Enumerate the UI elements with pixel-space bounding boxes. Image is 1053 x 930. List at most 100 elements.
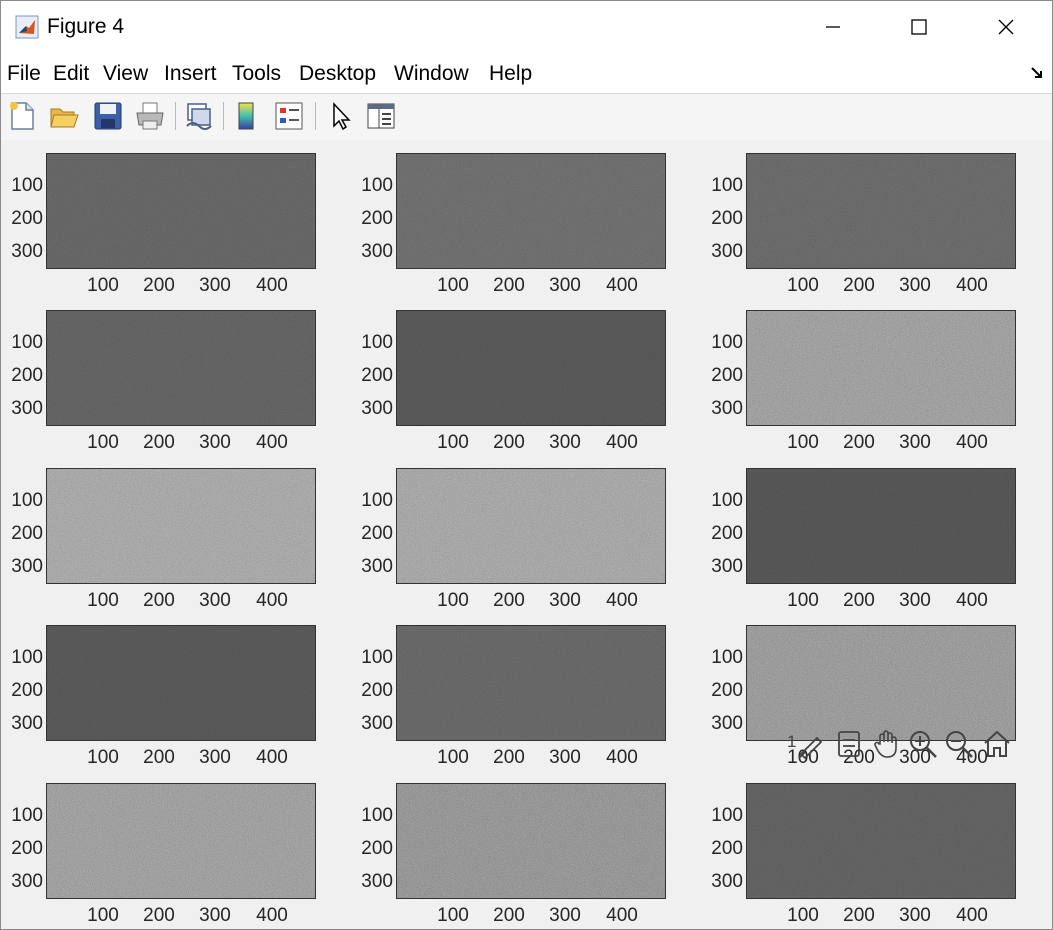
x-tick-label: 100: [437, 747, 469, 768]
y-tick-label: 300: [711, 398, 743, 419]
brush-icon[interactable]: [795, 728, 827, 760]
data-tips-icon[interactable]: [833, 728, 865, 760]
noise-image: [747, 154, 1015, 268]
x-tick-label: 300: [899, 275, 931, 296]
noise-image: [47, 626, 315, 740]
noise-image: [47, 469, 315, 583]
x-tick-label: 100: [787, 275, 819, 296]
x-tick-label: 400: [606, 905, 638, 926]
y-tick-label: 300: [711, 241, 743, 262]
subplot-axes[interactable]: [396, 468, 666, 584]
menu-edit[interactable]: Edit: [53, 62, 89, 86]
noise-fill: [47, 784, 315, 898]
noise-image: [747, 469, 1015, 583]
x-tick-label: 400: [606, 432, 638, 453]
menu-insert[interactable]: Insert: [164, 62, 217, 86]
new-figure-icon[interactable]: [6, 100, 38, 132]
y-tick-label: 300: [361, 871, 393, 892]
noise-fill: [47, 154, 315, 268]
x-tick-label: 200: [143, 747, 175, 768]
subplot-axes[interactable]: [746, 468, 1016, 584]
x-tick-label: 100: [437, 590, 469, 611]
y-tick-label: 200: [711, 680, 743, 701]
x-tick-label: 200: [143, 905, 175, 926]
x-tick-label: 100: [437, 432, 469, 453]
subplot-axes[interactable]: [396, 783, 666, 899]
subplot-axes[interactable]: [46, 153, 316, 269]
subplot-axes[interactable]: [46, 468, 316, 584]
property-inspector-icon[interactable]: [365, 100, 397, 132]
subplot-axes[interactable]: [746, 783, 1016, 899]
close-button[interactable]: [977, 1, 1035, 53]
subplot-axes[interactable]: [46, 310, 316, 426]
menu-window[interactable]: Window: [394, 62, 469, 86]
menu-view[interactable]: View: [103, 62, 148, 86]
y-tick-label: 200: [711, 838, 743, 859]
y-tick-label: 300: [11, 871, 43, 892]
menu-desktop[interactable]: Desktop: [299, 62, 376, 86]
x-tick-label: 300: [549, 905, 581, 926]
x-tick-label: 200: [493, 275, 525, 296]
noise-fill: [397, 469, 665, 583]
noise-image: [397, 311, 665, 425]
y-tick-label: 300: [711, 556, 743, 577]
minimize-button[interactable]: [803, 1, 861, 53]
link-plot-icon[interactable]: [183, 100, 215, 132]
y-tick-label: 100: [11, 490, 43, 511]
noise-fill: [47, 311, 315, 425]
noise-image: [397, 469, 665, 583]
legend-icon[interactable]: [273, 100, 305, 132]
subplot-axes[interactable]: [746, 625, 1016, 741]
y-tick-label: 100: [361, 490, 393, 511]
subplot-axes[interactable]: [396, 153, 666, 269]
y-tick-label: 200: [11, 365, 43, 386]
save-icon[interactable]: [92, 100, 124, 132]
x-tick-label: 100: [87, 275, 119, 296]
window-title: Figure 4: [47, 15, 125, 38]
y-tick-label: 200: [361, 838, 393, 859]
x-tick-label: 400: [606, 275, 638, 296]
subplot-axes[interactable]: [746, 310, 1016, 426]
title-bar: Figure 4: [1, 1, 1052, 53]
x-tick-label: 200: [143, 432, 175, 453]
subplot-axes[interactable]: [746, 153, 1016, 269]
x-tick-label: 400: [956, 275, 988, 296]
subplot-axes[interactable]: [396, 310, 666, 426]
noise-image: [47, 154, 315, 268]
dock-arrow-icon[interactable]: [1029, 65, 1045, 81]
maximize-button[interactable]: [890, 1, 948, 53]
y-tick-label: 100: [711, 490, 743, 511]
y-tick-label: 300: [361, 398, 393, 419]
x-tick-label: 300: [199, 905, 231, 926]
menu-help[interactable]: Help: [489, 62, 532, 86]
select-pointer-icon[interactable]: [325, 100, 357, 132]
open-file-icon[interactable]: [48, 100, 80, 132]
noise-fill: [747, 784, 1015, 898]
close-icon: [998, 19, 1014, 35]
toolbar-separator: [223, 102, 224, 130]
pan-hand-icon[interactable]: [871, 728, 903, 760]
y-tick-label: 200: [361, 523, 393, 544]
y-tick-label: 200: [711, 208, 743, 229]
y-tick-label: 100: [11, 647, 43, 668]
y-tick-label: 200: [711, 523, 743, 544]
y-tick-label: 100: [361, 332, 393, 353]
x-tick-label: 400: [606, 590, 638, 611]
noise-fill: [47, 469, 315, 583]
y-tick-label: 300: [711, 871, 743, 892]
menu-file[interactable]: File: [7, 62, 41, 86]
zoom-out-icon[interactable]: [943, 728, 975, 760]
colorbar-icon[interactable]: [231, 100, 263, 132]
x-tick-label: 300: [199, 590, 231, 611]
subplot-axes[interactable]: [396, 625, 666, 741]
y-tick-label: 100: [11, 175, 43, 196]
zoom-in-icon[interactable]: [907, 728, 939, 760]
subplot-axes[interactable]: [46, 625, 316, 741]
figure-canvas: 100 200 300 100 200 300 400 100 200 300 100 200 300 4…: [1, 140, 1052, 929]
x-tick-label: 300: [899, 905, 931, 926]
x-tick-label: 100: [787, 905, 819, 926]
restore-view-icon[interactable]: [981, 728, 1013, 760]
menu-tools[interactable]: Tools: [232, 62, 281, 86]
subplot-axes[interactable]: [46, 783, 316, 899]
print-icon[interactable]: [134, 100, 166, 132]
